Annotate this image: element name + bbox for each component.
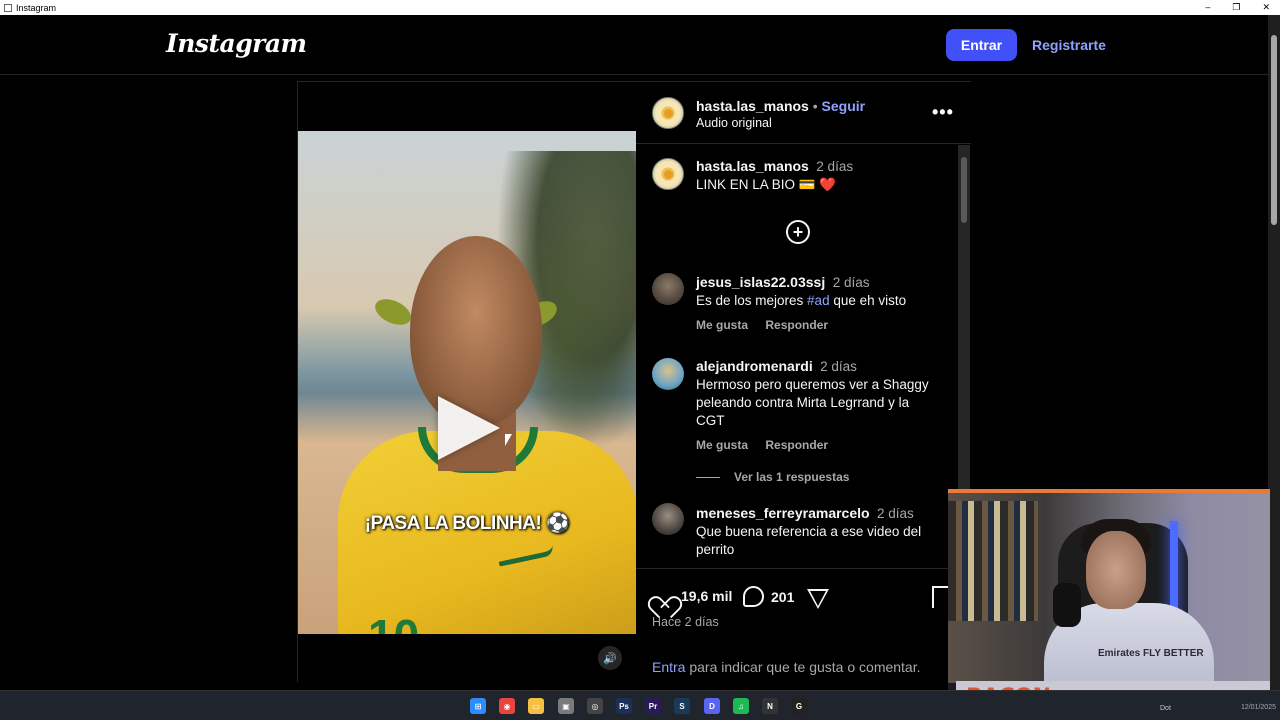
comments-count: 201 bbox=[771, 588, 795, 605]
top-navigation: Instagram Entrar Registrarte bbox=[0, 15, 1268, 75]
play-icon[interactable] bbox=[438, 396, 500, 460]
window-controls: – ❐ ✕ bbox=[1205, 0, 1270, 15]
audio-link[interactable]: Audio original bbox=[696, 116, 772, 130]
window-title: Instagram bbox=[16, 2, 57, 13]
jersey-number: 10 bbox=[368, 609, 419, 634]
comment-time: 2 días bbox=[820, 359, 857, 374]
comment-bubble-icon[interactable] bbox=[743, 586, 764, 607]
post-caption: hasta.las_manos 2 días LINK EN LA BIO 💳 … bbox=[696, 158, 946, 194]
caption-text: LINK EN LA BIO 💳 ❤️ bbox=[696, 177, 837, 192]
author-username[interactable]: hasta.las_manos bbox=[696, 98, 809, 114]
follow-button[interactable]: Seguir bbox=[822, 98, 866, 114]
hashtag-link[interactable]: #ad bbox=[807, 293, 830, 308]
video-frame[interactable]: 10 ¡PASA LA BOLINHA! ⚽ bbox=[298, 131, 636, 634]
microphone bbox=[1053, 583, 1081, 627]
separator-dot: • bbox=[812, 98, 818, 114]
taskbar-date: 12/01/2025 bbox=[1240, 704, 1276, 711]
spotify-icon[interactable]: ♫ bbox=[733, 698, 749, 714]
caption-avatar[interactable] bbox=[652, 158, 684, 190]
like-action[interactable]: 19,6 mil bbox=[652, 586, 732, 606]
like-comment-button[interactable]: Me gusta bbox=[696, 318, 748, 332]
comment-time: 2 días bbox=[832, 275, 870, 290]
video-caption-overlay: ¡PASA LA BOLINHA! ⚽ bbox=[364, 513, 570, 534]
streamer-webcam-overlay: Emirates FLY BETTER BACON bbox=[948, 489, 1270, 710]
comment-item: jesus_islas22.03ssj 2 días Es de los mej… bbox=[696, 274, 946, 332]
caption-username[interactable]: hasta.las_manos bbox=[696, 158, 809, 174]
close-button[interactable]: ✕ bbox=[1262, 0, 1270, 15]
login-prompt: Entra para indicar que te gusta o coment… bbox=[652, 659, 921, 675]
maximize-button[interactable]: ❐ bbox=[1232, 0, 1240, 15]
file-explorer-icon[interactable]: ▭ bbox=[528, 698, 544, 714]
comments-list[interactable]: hasta.las_manos 2 días LINK EN LA BIO 💳 … bbox=[636, 145, 971, 568]
comment-username[interactable]: alejandromenardi bbox=[696, 358, 813, 374]
heart-icon[interactable] bbox=[652, 586, 674, 606]
notion-icon[interactable]: N bbox=[762, 698, 778, 714]
caption-time: 2 días bbox=[816, 159, 854, 174]
instagram-logo[interactable]: Instagram bbox=[166, 29, 307, 58]
share-action[interactable] bbox=[807, 589, 829, 609]
window-app-icon bbox=[4, 3, 12, 12]
post-header: hasta.las_manos • Seguir Audio original … bbox=[636, 82, 971, 144]
steam-icon[interactable]: S bbox=[674, 698, 690, 714]
window-titlebar: Instagram – ❐ ✕ bbox=[0, 0, 1280, 15]
app-icon[interactable]: ▣ bbox=[558, 698, 574, 714]
comment-actions: Me gusta Responder bbox=[696, 318, 946, 332]
author-avatar[interactable] bbox=[652, 97, 684, 129]
add-circle-icon[interactable]: + bbox=[786, 220, 810, 244]
streamer-face bbox=[1086, 531, 1146, 609]
comment-text: Que buena referencia a ese video del per… bbox=[696, 524, 922, 557]
comment-item: alejandromenardi 2 días Hermoso pero que… bbox=[696, 358, 941, 452]
more-options-icon[interactable]: ••• bbox=[932, 102, 954, 123]
comment-username[interactable]: jesus_islas22.03ssj bbox=[696, 274, 825, 290]
like-comment-button[interactable]: Me gusta bbox=[696, 438, 748, 452]
commenter-avatar[interactable] bbox=[652, 503, 684, 535]
shirt-text: Emirates FLY BETTER bbox=[1098, 648, 1204, 659]
video-player[interactable]: 10 ¡PASA LA BOLINHA! ⚽ 🔊 bbox=[298, 82, 636, 682]
share-icon[interactable] bbox=[807, 589, 829, 609]
author-line: hasta.las_manos • Seguir bbox=[696, 98, 865, 114]
view-replies-button[interactable]: Ver las 1 respuestas bbox=[696, 470, 849, 484]
login-button[interactable]: Entrar bbox=[946, 29, 1017, 61]
comment-text: Hermoso pero queremos ver a Shaggy pelea… bbox=[696, 377, 929, 428]
comment-item: meneses_ferreyramarcelo 2 días Que buena… bbox=[696, 505, 946, 559]
reply-comment-button[interactable]: Responder bbox=[765, 438, 828, 452]
signup-link[interactable]: Registrarte bbox=[1032, 37, 1106, 53]
mouse-cursor-icon bbox=[505, 434, 512, 446]
comment-username[interactable]: meneses_ferreyramarcelo bbox=[696, 505, 870, 521]
comment-actions: Me gusta Responder bbox=[696, 438, 941, 452]
premiere-icon[interactable]: Pr bbox=[645, 698, 661, 714]
speaker-icon[interactable]: 🔊 bbox=[598, 646, 622, 670]
post-time: Hace 2 días bbox=[652, 615, 719, 629]
reply-comment-button[interactable]: Responder bbox=[765, 318, 828, 332]
windows-start-icon[interactable]: ⊞ bbox=[470, 698, 486, 714]
minimize-button[interactable]: – bbox=[1205, 0, 1210, 15]
photoshop-icon[interactable]: Ps bbox=[616, 698, 632, 714]
taskbar-user: Dot bbox=[1160, 705, 1171, 712]
commenter-avatar[interactable] bbox=[652, 358, 684, 390]
comment-action[interactable]: 201 bbox=[743, 586, 794, 607]
comment-text: Es de los mejores #ad que eh visto bbox=[696, 293, 907, 308]
post-dialog: 10 ¡PASA LA BOLINHA! ⚽ 🔊 hasta.las_manos… bbox=[297, 81, 971, 682]
discord-icon[interactable]: D bbox=[704, 698, 720, 714]
commenter-avatar[interactable] bbox=[652, 273, 684, 305]
post-sidebar: hasta.las_manos • Seguir Audio original … bbox=[636, 82, 971, 682]
chrome-icon[interactable]: ◉ bbox=[499, 698, 515, 714]
likes-count: 19,6 mil bbox=[681, 588, 733, 604]
login-link[interactable]: Entra bbox=[652, 659, 685, 675]
comment-time: 2 días bbox=[877, 506, 914, 521]
taskbar: ⊞ ◉ ▭ ▣ ◎ Ps Pr S D ♫ N G Dot 12/01/2025 bbox=[0, 690, 1280, 720]
obs-icon[interactable]: ◎ bbox=[587, 698, 603, 714]
post-actions-bar: 19,6 mil 201 Hace 2 días Entra para indi… bbox=[636, 568, 971, 682]
app-icon-2[interactable]: G bbox=[791, 698, 807, 714]
